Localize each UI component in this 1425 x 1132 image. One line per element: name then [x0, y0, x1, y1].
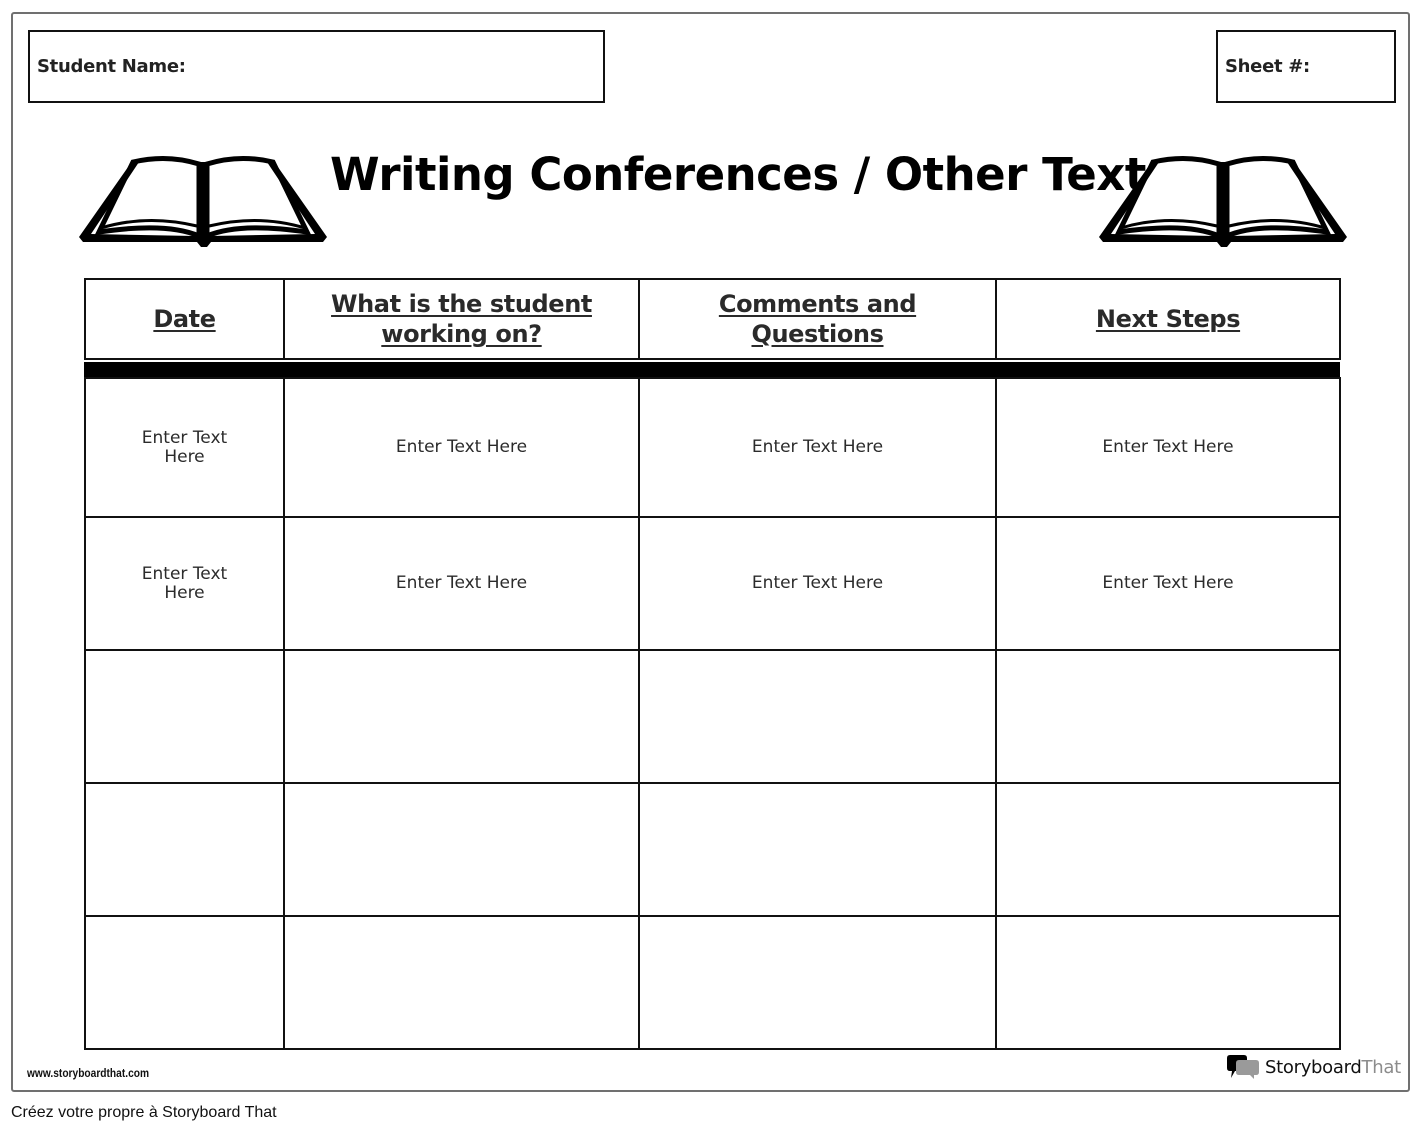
sheet-number-label: Sheet #: [1225, 56, 1310, 77]
cell-text: Enter Text Here [751, 573, 884, 593]
open-book-icon [79, 155, 327, 247]
table-cell[interactable] [640, 917, 995, 1048]
table-cell[interactable] [86, 917, 283, 1048]
cell-text: Enter Text Here [141, 563, 228, 603]
table-rule [1339, 278, 1341, 360]
table-rule [1339, 377, 1341, 1050]
table-cell[interactable]: Enter Text Here [640, 379, 995, 516]
table-cell[interactable]: Enter Text Here [285, 518, 638, 649]
cell-text: Enter Text Here [395, 437, 528, 457]
table-cell[interactable]: Enter Text Here [285, 379, 638, 516]
brand-primary: Storyboard [1265, 1056, 1362, 1078]
cell-text: Enter Text Here [141, 427, 228, 467]
open-book-icon [1099, 155, 1347, 247]
cell-text: Enter Text Here [1102, 437, 1234, 457]
column-header: What is the student working on? [285, 280, 638, 358]
student-name-label: Student Name: [37, 56, 186, 77]
table-rule [84, 358, 1340, 360]
table-cell[interactable] [997, 651, 1339, 782]
cell-text: Enter Text Here [1102, 573, 1234, 593]
column-header-label: Date [153, 305, 216, 333]
worksheet-title: Writing Conferences / Other Text [330, 148, 1146, 201]
sheet-number-field[interactable]: Sheet #: [1216, 30, 1396, 103]
column-header: Comments and Questions [640, 280, 995, 358]
column-header: Next Steps [997, 280, 1339, 358]
table-cell[interactable] [997, 917, 1339, 1048]
table-cell[interactable] [86, 651, 283, 782]
column-header: Date [86, 280, 283, 358]
table-cell[interactable]: Enter Text Here [640, 518, 995, 649]
table-cell[interactable] [86, 784, 283, 915]
table-cell[interactable] [285, 784, 638, 915]
table-cell[interactable] [285, 917, 638, 1048]
column-header-label: What is the student working on? [331, 290, 592, 348]
table-cell[interactable] [285, 651, 638, 782]
table-cell[interactable] [640, 651, 995, 782]
create-your-own-caption[interactable]: Créez votre propre à Storyboard That [11, 1104, 277, 1122]
table-rule [84, 1048, 1340, 1050]
table-cell[interactable]: Enter Text Here [86, 379, 283, 516]
cell-text: Enter Text Here [395, 573, 528, 593]
table-cell[interactable]: Enter Text Here [997, 379, 1339, 516]
table-cell[interactable] [640, 784, 995, 915]
header-divider-band [84, 362, 1340, 377]
table-cell[interactable] [997, 784, 1339, 915]
speech-bubbles-icon [1227, 1055, 1259, 1079]
table-cell[interactable]: Enter Text Here [997, 518, 1339, 649]
storyboardthat-logo[interactable]: StoryboardThat [1227, 1054, 1401, 1080]
cell-text: Enter Text Here [751, 437, 884, 457]
brand-accent: That [1361, 1056, 1402, 1078]
website-url[interactable]: www.storyboardthat.com [27, 1066, 149, 1080]
student-name-field[interactable]: Student Name: [28, 30, 605, 103]
table-cell[interactable]: Enter Text Here [86, 518, 283, 649]
column-header-label: Comments and Questions [718, 290, 917, 348]
column-header-label: Next Steps [1095, 305, 1241, 333]
conference-table: Date What is the student working on? Comme… [84, 278, 1341, 1050]
